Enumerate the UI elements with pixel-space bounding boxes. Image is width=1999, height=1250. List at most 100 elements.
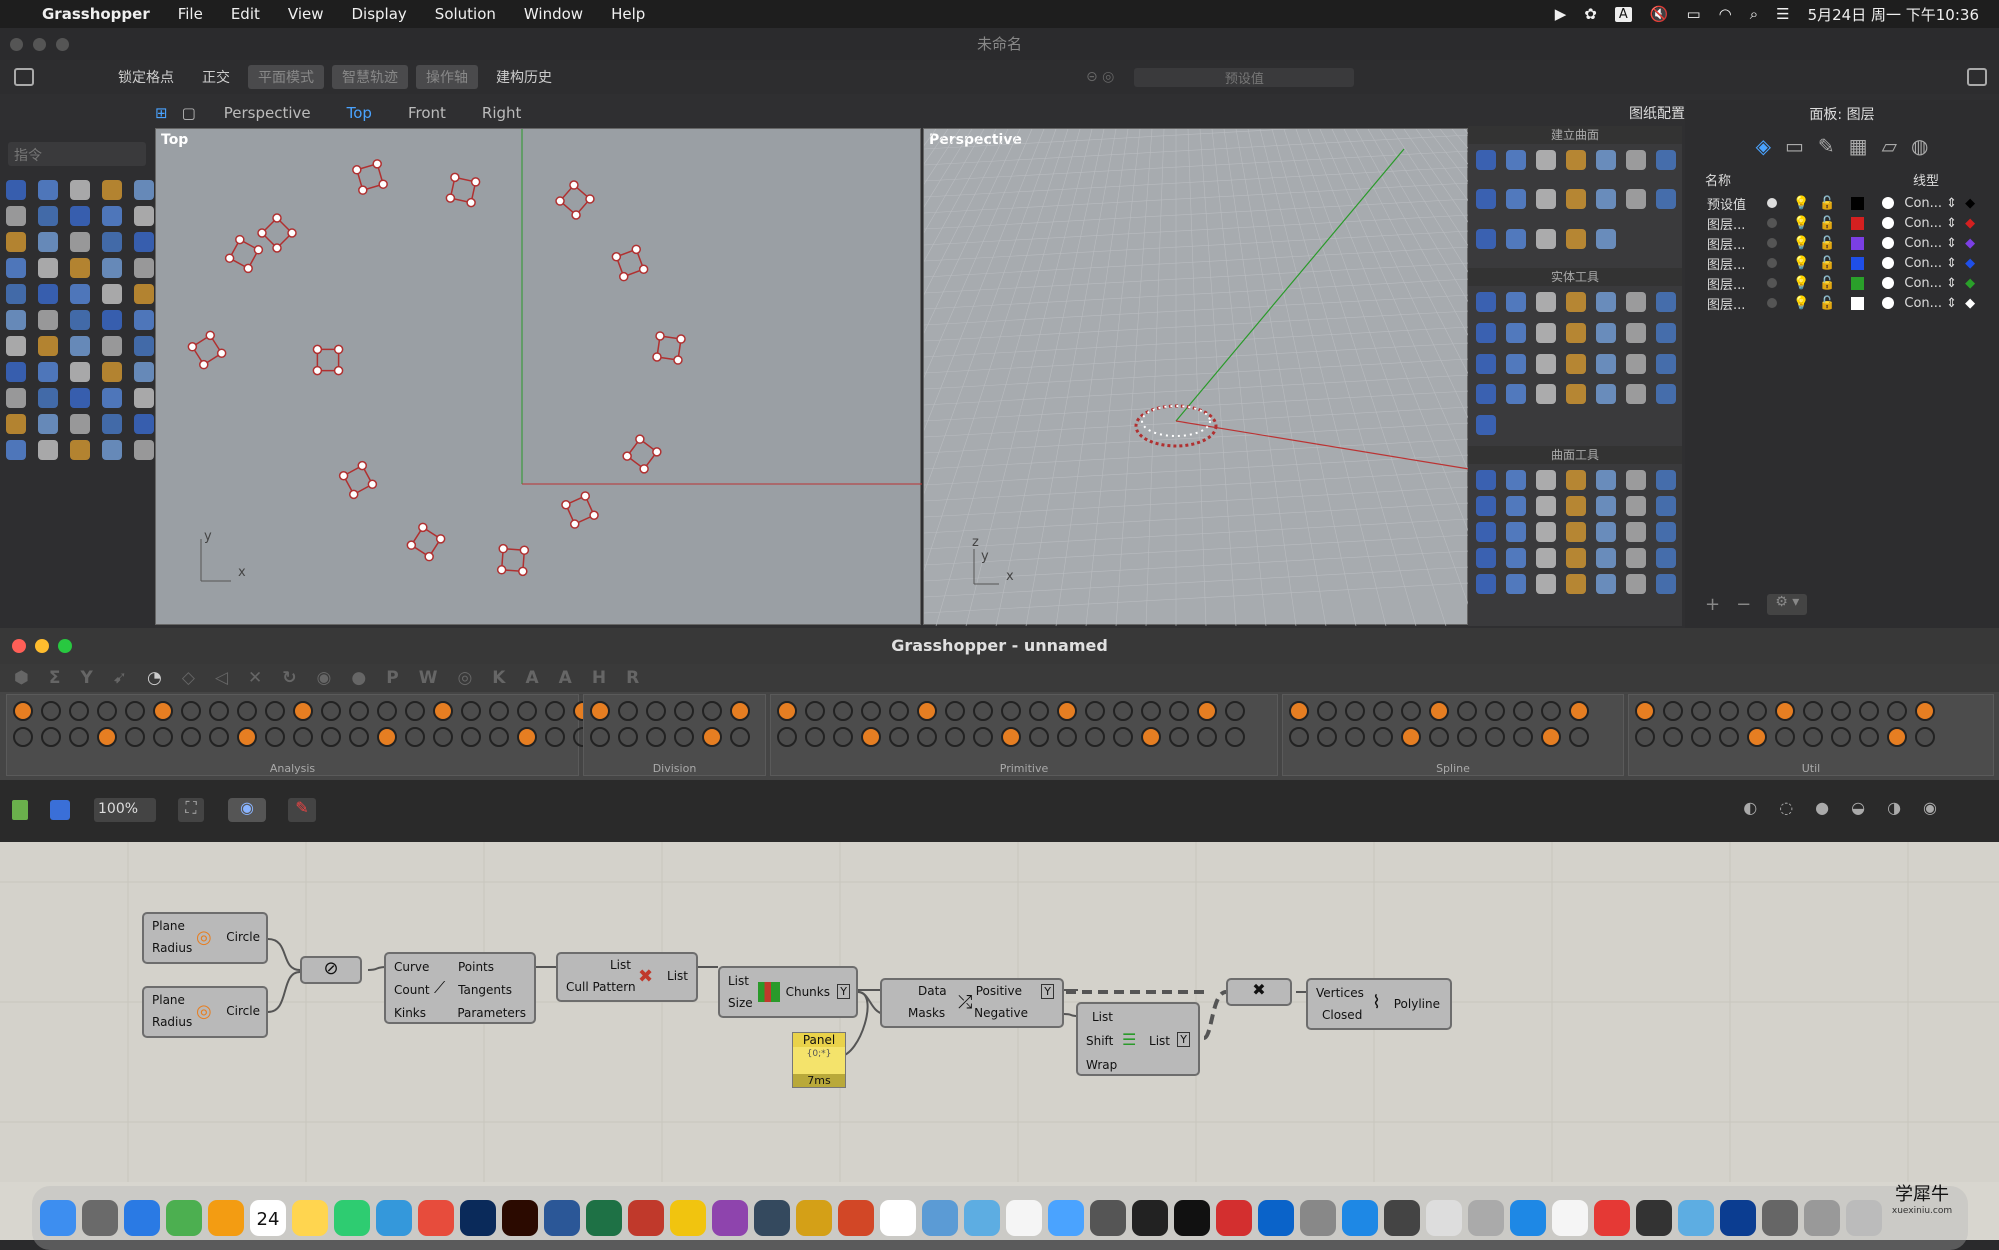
component-icon[interactable] [674,701,694,721]
component-icon[interactable] [1457,727,1477,747]
component-icon[interactable] [1719,727,1739,747]
tool-icon[interactable] [102,284,122,304]
component-icon[interactable] [1569,701,1589,721]
layer-row[interactable]: 预设值 💡 🔓 Con... ⇕ ◆ [1707,193,1999,213]
component-icon[interactable] [461,701,481,721]
component-icon[interactable] [1085,727,1105,747]
dock-app-icon[interactable] [1090,1200,1126,1236]
tool-icon[interactable] [1506,189,1526,210]
print-color-icon[interactable]: ◆ [1965,276,1975,291]
perspective-viewport[interactable]: Perspective z y x [923,128,1469,626]
component-icon[interactable] [41,727,61,747]
component-icon[interactable] [1113,727,1133,747]
component-icon[interactable] [349,727,369,747]
component-icon[interactable] [1747,701,1767,721]
preview-mode-icons[interactable]: ◐◌●◒◑◉ [1743,798,1959,817]
gumball-toggle[interactable]: 操作轴 [416,65,478,89]
component-icon[interactable] [777,727,797,747]
component-icon[interactable] [321,727,341,747]
zoom-dot[interactable] [58,639,72,653]
tool-icon[interactable] [70,180,90,200]
tool-icon[interactable] [1626,522,1646,542]
component-icon[interactable] [97,701,117,721]
current-radio[interactable] [1767,298,1777,308]
tool-icon[interactable] [1566,574,1586,594]
tool-icon[interactable] [134,206,154,226]
zoom-dot[interactable] [56,38,69,51]
component-icon[interactable] [181,701,201,721]
tool-icon[interactable] [1506,470,1526,490]
tool-icon[interactable] [1476,150,1496,170]
dock-app-icon[interactable] [1594,1200,1630,1236]
tool-icon[interactable] [134,362,154,382]
display-icon[interactable]: ▭ [1785,134,1804,158]
tool-icon[interactable] [38,440,58,460]
layer-row[interactable]: 图层... 💡 🔓 Con... ⇕ ◆ [1707,253,1999,273]
tool-icon[interactable] [6,440,26,460]
tool-icon[interactable] [38,206,58,226]
tool-icon[interactable] [1626,189,1646,210]
grid-app-icon[interactable]: ✿ [1584,5,1597,23]
tab-a2[interactable]: A [559,668,572,688]
calendar-icon[interactable]: 24 [250,1200,286,1236]
component-icon[interactable] [1915,701,1935,721]
dock-app-icon[interactable] [1804,1200,1840,1236]
component-icon[interactable] [1401,701,1421,721]
top-viewport[interactable]: Top y x [155,128,922,625]
component-icon[interactable] [1373,727,1393,747]
minimize-dot[interactable] [35,639,49,653]
current-radio[interactable] [1767,198,1777,208]
tool-icon[interactable] [1566,496,1586,516]
material-dot[interactable] [1882,237,1895,249]
folder-icon[interactable]: ▱ [1882,134,1897,158]
tool-icon[interactable] [38,258,58,278]
dock-app-icon[interactable] [1636,1200,1672,1236]
history-toggle[interactable]: 建构历史 [486,65,562,89]
component-icon[interactable] [321,701,341,721]
tab-a1[interactable]: A [525,668,538,688]
tab-sets-icon[interactable]: Y [80,668,92,688]
component-icon[interactable] [1541,701,1561,721]
lightbulb-icon[interactable]: 💡 [1793,276,1809,291]
mute-icon[interactable]: 🔇 [1650,5,1669,23]
input-method-icon[interactable]: A [1614,6,1632,22]
tab-r[interactable]: R [626,668,639,688]
tool-icon[interactable] [70,258,90,278]
right-panel-toggle-icon[interactable] [1967,68,1987,86]
tab-right[interactable]: Right [464,104,540,122]
tool-icon[interactable] [1596,189,1616,210]
tool-icon[interactable] [1476,353,1496,374]
single-view-icon[interactable]: ▢ [182,104,196,122]
component-icon[interactable] [1029,727,1049,747]
component-icon[interactable] [209,727,229,747]
component-icon[interactable] [41,701,61,721]
tool-icon[interactable] [134,180,154,200]
dock-app-icon[interactable] [1132,1200,1168,1236]
tab-math-icon[interactable]: Σ [49,668,61,688]
tool-icon[interactable] [38,414,58,434]
tool-icon[interactable] [1596,574,1616,594]
app-menu[interactable]: Grasshopper [28,5,164,23]
dock-app-icon[interactable] [1342,1200,1378,1236]
planar-toggle[interactable]: 平面模式 [248,65,324,89]
tool-icon[interactable] [1656,574,1676,594]
dock-app-icon[interactable] [1510,1200,1546,1236]
material-dot[interactable] [1882,297,1895,309]
layer-color-swatch[interactable] [1851,196,1865,210]
component-icon[interactable] [1915,727,1935,747]
print-color-icon[interactable]: ◆ [1965,196,1975,211]
control-center-icon[interactable]: ☰ [1776,5,1789,23]
dock-app-icon[interactable] [544,1200,580,1236]
dock-app-icon[interactable] [1762,1200,1798,1236]
component-icon[interactable] [917,701,937,721]
curve-param[interactable]: ⊘ [300,956,362,984]
component-icon[interactable] [1831,701,1851,721]
tool-icon[interactable] [6,310,26,330]
component-icon[interactable] [1001,701,1021,721]
tool-icon[interactable] [102,388,122,408]
print-color-icon[interactable]: ◆ [1965,236,1975,251]
tab-display-icon[interactable]: ◉ [317,668,332,688]
component-icon[interactable] [618,727,638,747]
tool-icon[interactable] [1566,548,1586,568]
tool-icon[interactable] [1596,322,1616,343]
